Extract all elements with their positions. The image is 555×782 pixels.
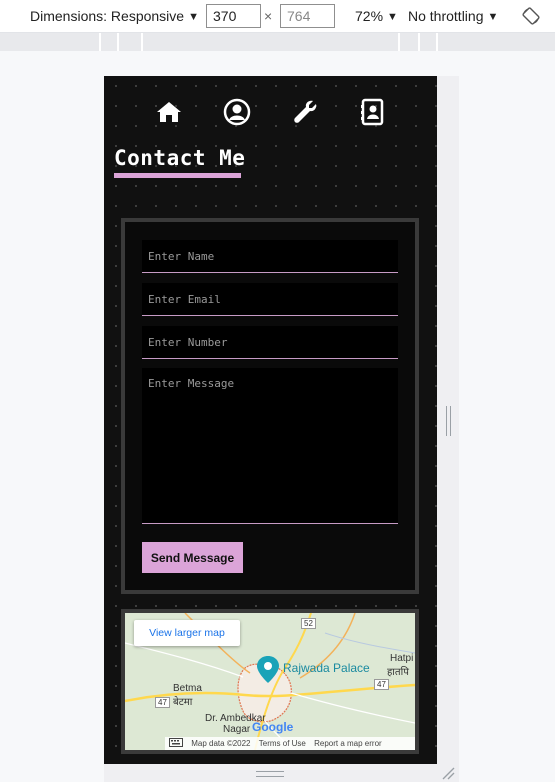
map-label-nagar: Nagar — [223, 724, 251, 735]
road-shield-47-right: 47 — [374, 679, 389, 690]
height-input[interactable] — [280, 4, 335, 28]
resize-handle-bottom[interactable] — [256, 771, 284, 777]
message-field[interactable] — [142, 368, 398, 524]
chevron-down-icon: ▼ — [487, 11, 499, 23]
google-logo: Google — [252, 720, 294, 734]
page-title: Contact Me — [114, 146, 246, 170]
send-message-button[interactable]: Send Message — [142, 542, 243, 573]
road-shield-47-left: 47 — [155, 697, 170, 708]
number-field[interactable] — [142, 326, 398, 359]
width-input[interactable] — [206, 4, 261, 28]
place-label[interactable]: Rajwada Palace — [283, 661, 370, 675]
throttling-dropdown[interactable]: No throttling ▼ — [408, 0, 498, 33]
name-field[interactable] — [142, 240, 398, 273]
wrench-icon[interactable] — [291, 98, 319, 126]
road-shield-52: 52 — [301, 618, 316, 629]
map-embed[interactable]: View larger map Rajwada Palace Hatpi हात… — [121, 609, 419, 754]
home-icon[interactable] — [155, 98, 183, 126]
chevron-down-icon: ▼ — [387, 11, 398, 23]
report-map-error-link[interactable]: Report a map error — [314, 739, 382, 748]
terms-of-use-link[interactable]: Terms of Use — [259, 739, 306, 748]
map-footer: Map data ©2022 Terms of Use Report a map… — [165, 737, 415, 750]
view-larger-map-button[interactable]: View larger map — [134, 620, 240, 646]
map-label-betma-hindi: बेटमा — [173, 697, 193, 708]
keyboard-icon[interactable] — [169, 738, 183, 747]
media-query-ruler — [0, 33, 555, 51]
map-data-text: Map data ©2022 — [191, 739, 251, 748]
chevron-down-icon: ▼ — [188, 11, 199, 23]
dimensions-label: Dimensions: Responsive — [30, 8, 185, 24]
dimensions-dropdown[interactable]: Dimensions: Responsive ▼ — [30, 0, 199, 33]
contact-form: Send Message — [121, 218, 419, 594]
zoom-label: 72% — [355, 8, 384, 24]
map-label-hatpi: Hatpi — [390, 653, 414, 664]
zoom-dropdown[interactable]: 72% ▼ — [355, 0, 398, 33]
map-label-hatpi-hindi: हातपि — [387, 667, 409, 678]
device-viewport: Contact Me Send Message View larger — [104, 76, 437, 764]
devtools-toolbar: Dimensions: Responsive▼ × 72%▼ No thrott… — [0, 0, 555, 33]
user-circle-icon[interactable] — [223, 98, 251, 126]
email-field[interactable] — [142, 283, 398, 316]
resize-handle-right[interactable] — [446, 406, 451, 436]
map-label-betma: Betma — [173, 683, 202, 694]
contact-book-icon[interactable] — [359, 98, 387, 126]
throttling-label: No throttling — [408, 8, 484, 24]
resize-corner-icon[interactable] — [441, 766, 455, 780]
rotate-icon[interactable] — [522, 7, 540, 25]
title-underline — [114, 173, 241, 178]
times-sign: × — [264, 8, 273, 24]
